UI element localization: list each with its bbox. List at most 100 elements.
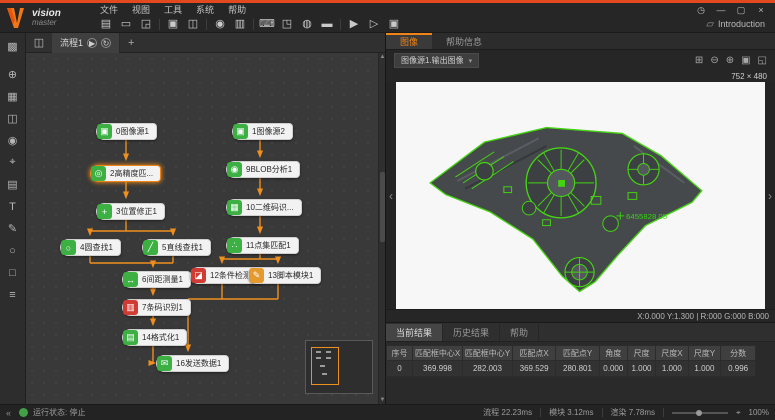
grid-icon[interactable]: ▦ (3, 87, 23, 106)
circle-tool-icon[interactable]: ○ (3, 241, 23, 260)
flow-node-n16[interactable]: ✉16发送数据1 (156, 355, 229, 372)
screen-icon[interactable]: ◫ (3, 109, 23, 128)
scroll-thumb[interactable] (380, 172, 385, 242)
flow-node-n4[interactable]: ○4圆查找1 (60, 239, 121, 256)
flow-hierarchy-icon[interactable]: ◫ (26, 36, 52, 49)
tab-image[interactable]: 图像 (386, 33, 432, 49)
keyboard-icon[interactable]: ⌨ (257, 17, 277, 32)
run-continuous-icon[interactable]: ▷ (364, 17, 384, 32)
open-folder-icon[interactable]: ▭ (116, 17, 136, 32)
run-once-icon[interactable]: ▶ (344, 17, 364, 32)
list-icon[interactable]: ≡ (3, 285, 23, 304)
flow-node-label: 1图像源2 (252, 126, 285, 137)
results-column-header[interactable]: 匹配点X (512, 346, 555, 361)
flow-node-n5[interactable]: ╱5直线查找1 (142, 239, 211, 256)
log-icon[interactable]: ▬ (317, 17, 337, 32)
user-icon[interactable]: ◉ (3, 131, 23, 150)
tag-icon[interactable]: ◳ (277, 17, 297, 32)
results-row[interactable]: 0369.998282.003369.529280.8010.0001.0001… (387, 361, 756, 377)
flow-node-n3[interactable]: +3位置修正1 (96, 203, 165, 220)
zoom-out-icon[interactable]: ⊖ (710, 55, 718, 66)
save-icon[interactable]: ▤ (96, 17, 116, 32)
flow-scrollbar[interactable]: ▲ ▼ (378, 53, 385, 404)
rect-tool-icon[interactable]: □ (3, 263, 23, 282)
flow-tab[interactable]: 流程1 ▶ ↻ (52, 33, 120, 53)
flow-node-n6[interactable]: ↔6间距测量1 (122, 271, 191, 288)
window-layout-icon[interactable]: ◫ (183, 17, 203, 32)
module-icon: ◪ (191, 268, 206, 283)
flow-node-n1[interactable]: ▣1图像源2 (232, 123, 293, 140)
close-icon[interactable]: × (753, 4, 769, 16)
menu-item[interactable]: 文件 (100, 3, 118, 16)
results-column-header[interactable]: 匹配框中心X (413, 346, 463, 361)
toolbox-icon[interactable]: ▩ (3, 37, 23, 56)
flow-node-n9[interactable]: ◉9BLOB分析1 (226, 161, 300, 178)
image-source-dropdown[interactable]: 图像源1.输出图像 ▾ (394, 53, 479, 68)
introduction-button[interactable]: ▱ Introduction (706, 19, 775, 30)
module-icon: ◉ (227, 162, 242, 177)
flow-canvas[interactable]: ▣0图像源1 ◎2高精度匹... +3位置修正1 ○4圆查找1 ╱5直线查找1 ↔6间距测… (26, 53, 385, 404)
flow-loop-icon[interactable]: ↻ (101, 38, 111, 48)
magnifier-icon[interactable]: ⌖ (736, 408, 741, 418)
minimap[interactable] (305, 340, 373, 394)
results-column-header[interactable]: 尺度Y (688, 346, 721, 361)
prev-image-arrow[interactable]: ‹ (386, 82, 396, 309)
results-tab[interactable]: 当前结果 (386, 324, 443, 341)
flow-node-n7[interactable]: ▥7条码识别1 (122, 299, 191, 316)
export-image-icon[interactable]: ◲ (136, 17, 156, 32)
add-flow-button[interactable]: + (120, 37, 142, 49)
stop-icon[interactable]: ▣ (384, 17, 404, 32)
menu-item[interactable]: 工具 (164, 3, 182, 16)
fullscreen-icon[interactable]: ◱ (758, 55, 767, 66)
add-module-icon[interactable]: ⊕ (3, 65, 23, 84)
menu-item[interactable]: 视图 (132, 3, 150, 16)
ruler-icon[interactable]: ▤ (3, 175, 23, 194)
flow-node-n0[interactable]: ▣0图像源1 (96, 123, 157, 140)
flow-node-n13[interactable]: ✎13脚本模块1 (248, 267, 321, 284)
flow-node-n14[interactable]: ▤14格式化1 (122, 329, 187, 346)
flow-node-label: 14格式化1 (142, 332, 179, 343)
flow-node-n10[interactable]: ▦10二维码识... (226, 199, 302, 216)
menu-item[interactable]: 帮助 (228, 3, 246, 16)
module-icon: ✉ (157, 356, 172, 371)
results-tab[interactable]: 帮助 (500, 324, 539, 341)
menu-item[interactable]: 系统 (196, 3, 214, 16)
results-column-header[interactable]: 尺度X (656, 346, 689, 361)
data-queue-icon[interactable]: ▥ (230, 17, 250, 32)
inspection-image: 6455828 05 (396, 82, 765, 309)
maximize-icon[interactable]: ▢ (733, 4, 749, 16)
zoom-slider-knob[interactable] (696, 410, 702, 416)
tab-help[interactable]: 帮助信息 (432, 33, 496, 49)
scroll-up-icon[interactable]: ▲ (379, 54, 385, 60)
image-viewport[interactable]: 6455828 05 (396, 82, 765, 309)
measure-icon[interactable]: ⌖ (3, 153, 23, 172)
results-column-header[interactable]: 角度 (599, 346, 627, 361)
results-column-header[interactable]: 序号 (387, 346, 413, 361)
pen-tool-icon[interactable]: ✎ (3, 219, 23, 238)
image-resolution: 752 × 480 (731, 72, 767, 81)
results-column-header[interactable]: 匹配框中心Y (462, 346, 512, 361)
flow-node-n11[interactable]: ∴11点集匹配1 (226, 237, 299, 254)
communication-icon[interactable]: ◍ (297, 17, 317, 32)
next-image-arrow[interactable]: › (765, 82, 775, 309)
theme-icon[interactable]: ◷ (693, 4, 709, 16)
zoom-slider[interactable] (672, 412, 728, 414)
scroll-down-icon[interactable]: ▼ (379, 397, 385, 403)
header: vision master 文件视图工具系统帮助 ◷—▢× ▤▭◲▣◫◉▥⌨◳◍… (0, 3, 775, 33)
collapse-icon[interactable]: « (6, 408, 11, 418)
results-column-header[interactable]: 匹配点Y (556, 346, 599, 361)
actual-size-icon[interactable]: ▣ (741, 55, 750, 66)
results-cell: 0.996 (721, 361, 756, 377)
zoom-in-icon[interactable]: ⊕ (726, 55, 734, 66)
results-column-header[interactable]: 尺度 (627, 346, 655, 361)
results-column-header[interactable]: 分数 (721, 346, 756, 361)
camera-icon[interactable]: ◉ (210, 17, 230, 32)
image-view-icon[interactable]: ▣ (163, 17, 183, 32)
flow-node-n2[interactable]: ◎2高精度匹... (90, 165, 161, 182)
minimize-icon[interactable]: — (713, 4, 729, 16)
results-tab[interactable]: 历史结果 (443, 324, 500, 341)
fit-window-icon[interactable]: ⊞ (695, 55, 703, 66)
text-tool-icon[interactable]: T (3, 197, 23, 216)
image-source-value: 图像源1.输出图像 (401, 55, 464, 66)
flow-run-icon[interactable]: ▶ (87, 38, 97, 48)
